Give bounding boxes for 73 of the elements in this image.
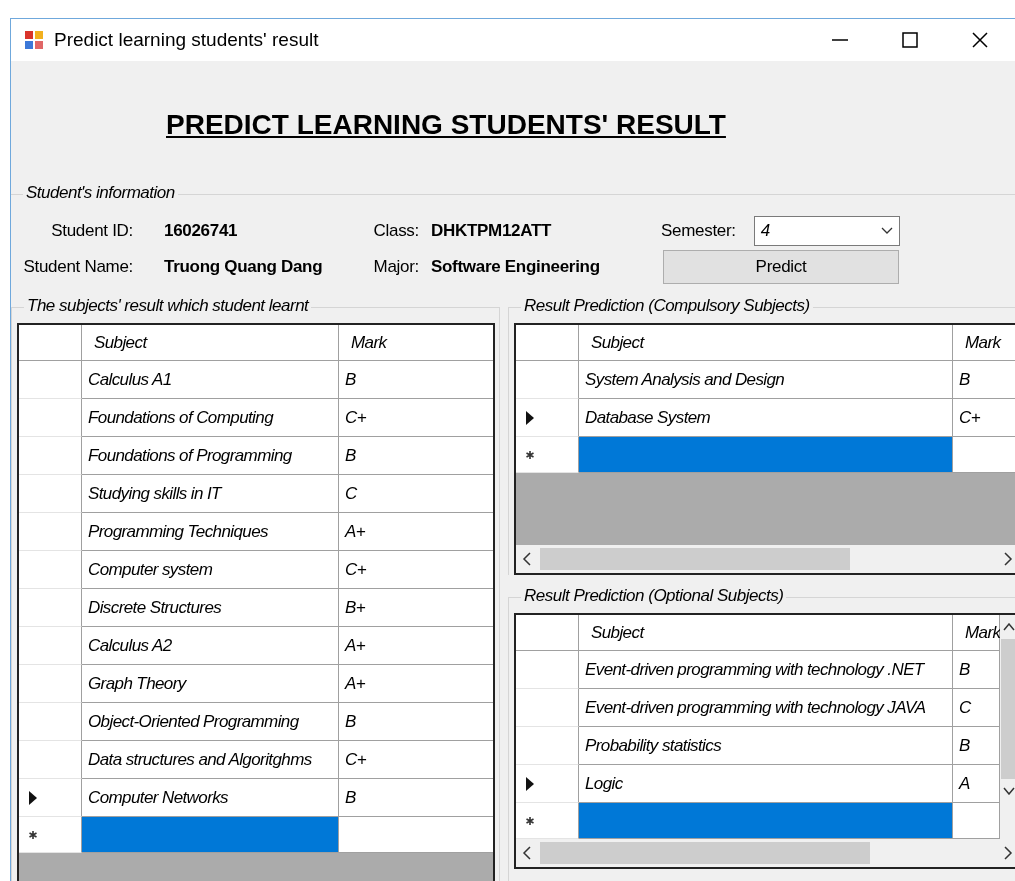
column-header[interactable]: Subject [579, 615, 953, 651]
scrollbar-thumb[interactable] [540, 842, 870, 864]
table-cell[interactable]: Event-driven programming with technology .NET [579, 651, 953, 689]
app-icon [24, 30, 44, 50]
table-cell[interactable] [579, 437, 953, 473]
field-label: Major: [373, 257, 420, 277]
table-cell[interactable]: Calculus A2 [82, 627, 339, 665]
triangle-icon [29, 790, 37, 805]
horizontal-scrollbar[interactable] [516, 545, 1015, 573]
table-cell[interactable]: Data structures and Algoritghms [82, 741, 339, 779]
table-cell[interactable]: System Analysis and Design [579, 361, 953, 399]
table-cell[interactable]: Discrete Structures [82, 589, 339, 627]
field-value: Software Engineering [431, 257, 600, 277]
group-legend: The subjects' result which student learnt [24, 296, 312, 316]
table-cell[interactable]: C [953, 689, 1000, 727]
table-cell[interactable] [579, 803, 953, 839]
group-legend: Result Prediction (Compulsory Subjects) [521, 296, 813, 316]
scroll-right-icon[interactable] [1003, 552, 1013, 566]
minimize-icon [832, 39, 848, 41]
window-title: Predict learning students' result [54, 29, 320, 51]
table-cell[interactable]: Object-Oriented Programming [82, 703, 339, 741]
field-value: Truong Quang Dang [163, 257, 323, 277]
semester-dropdown[interactable]: 4 [753, 216, 900, 246]
table-cell[interactable]: Logic [579, 765, 953, 803]
table-cell[interactable] [953, 803, 1000, 839]
triangle-icon [526, 776, 534, 791]
asterisk-icon [29, 830, 37, 839]
field-label: Student ID: [51, 221, 134, 241]
table-cell[interactable]: A [953, 765, 1000, 803]
table-cell[interactable]: Foundations of Computing [82, 399, 339, 437]
field-label: Student Name: [23, 257, 134, 277]
vertical-scrollbar[interactable] [1000, 615, 1015, 839]
column-header[interactable]: Subject [579, 325, 953, 361]
row-header[interactable] [516, 765, 579, 803]
maximize-icon [902, 32, 918, 48]
column-header[interactable]: Mark [953, 615, 1000, 651]
close-icon [972, 32, 988, 48]
table-cell[interactable]: Foundations of Programming [82, 437, 339, 475]
table-cell[interactable]: B [953, 651, 1000, 689]
table-cell[interactable]: Studying skills in IT [82, 475, 339, 513]
field-value: DHKTPM12ATT [431, 221, 552, 241]
predict-button[interactable]: Predict [663, 250, 899, 284]
table-cell[interactable]: Probability statistics [579, 727, 953, 765]
field-label: Semester: [661, 221, 736, 241]
table-cell[interactable]: Event-driven programming with technology JAVA [579, 689, 953, 727]
table-cell[interactable]: Computer Networks [82, 779, 339, 817]
asterisk-icon [526, 816, 534, 825]
table-cell[interactable]: Computer system [82, 551, 339, 589]
table-cell[interactable] [82, 817, 339, 853]
table-cell[interactable]: B [953, 727, 1000, 765]
table-cell[interactable]: Programming Techniques [82, 513, 339, 551]
scrollbar-thumb[interactable] [1001, 639, 1015, 779]
row-header[interactable] [516, 399, 579, 437]
form-heading: PREDICT LEARNING STUDENTS' RESULT [166, 109, 726, 141]
horizontal-scrollbar[interactable] [516, 839, 1015, 867]
table-cell[interactable]: Calculus A1 [82, 361, 339, 399]
field-value: 16026741 [163, 221, 238, 241]
table-cell[interactable]: Database System [579, 399, 953, 437]
column-header[interactable]: Subject [82, 325, 339, 361]
scroll-right-icon[interactable] [1003, 846, 1013, 860]
dropdown-value: 4 [760, 221, 770, 241]
scroll-left-icon[interactable] [522, 846, 532, 860]
row-header[interactable] [19, 779, 82, 817]
scroll-down-icon[interactable] [1003, 787, 1015, 795]
scroll-left-icon[interactable] [522, 552, 532, 566]
table-cell[interactable]: Graph Theory [82, 665, 339, 703]
scrollbar-thumb[interactable] [540, 548, 850, 570]
field-label: Class: [373, 221, 420, 241]
scroll-up-icon[interactable] [1003, 623, 1015, 631]
asterisk-icon [526, 450, 534, 459]
chevron-down-icon [880, 227, 893, 235]
triangle-icon [526, 410, 534, 425]
group-legend: Result Prediction (Optional Subjects) [521, 586, 787, 606]
